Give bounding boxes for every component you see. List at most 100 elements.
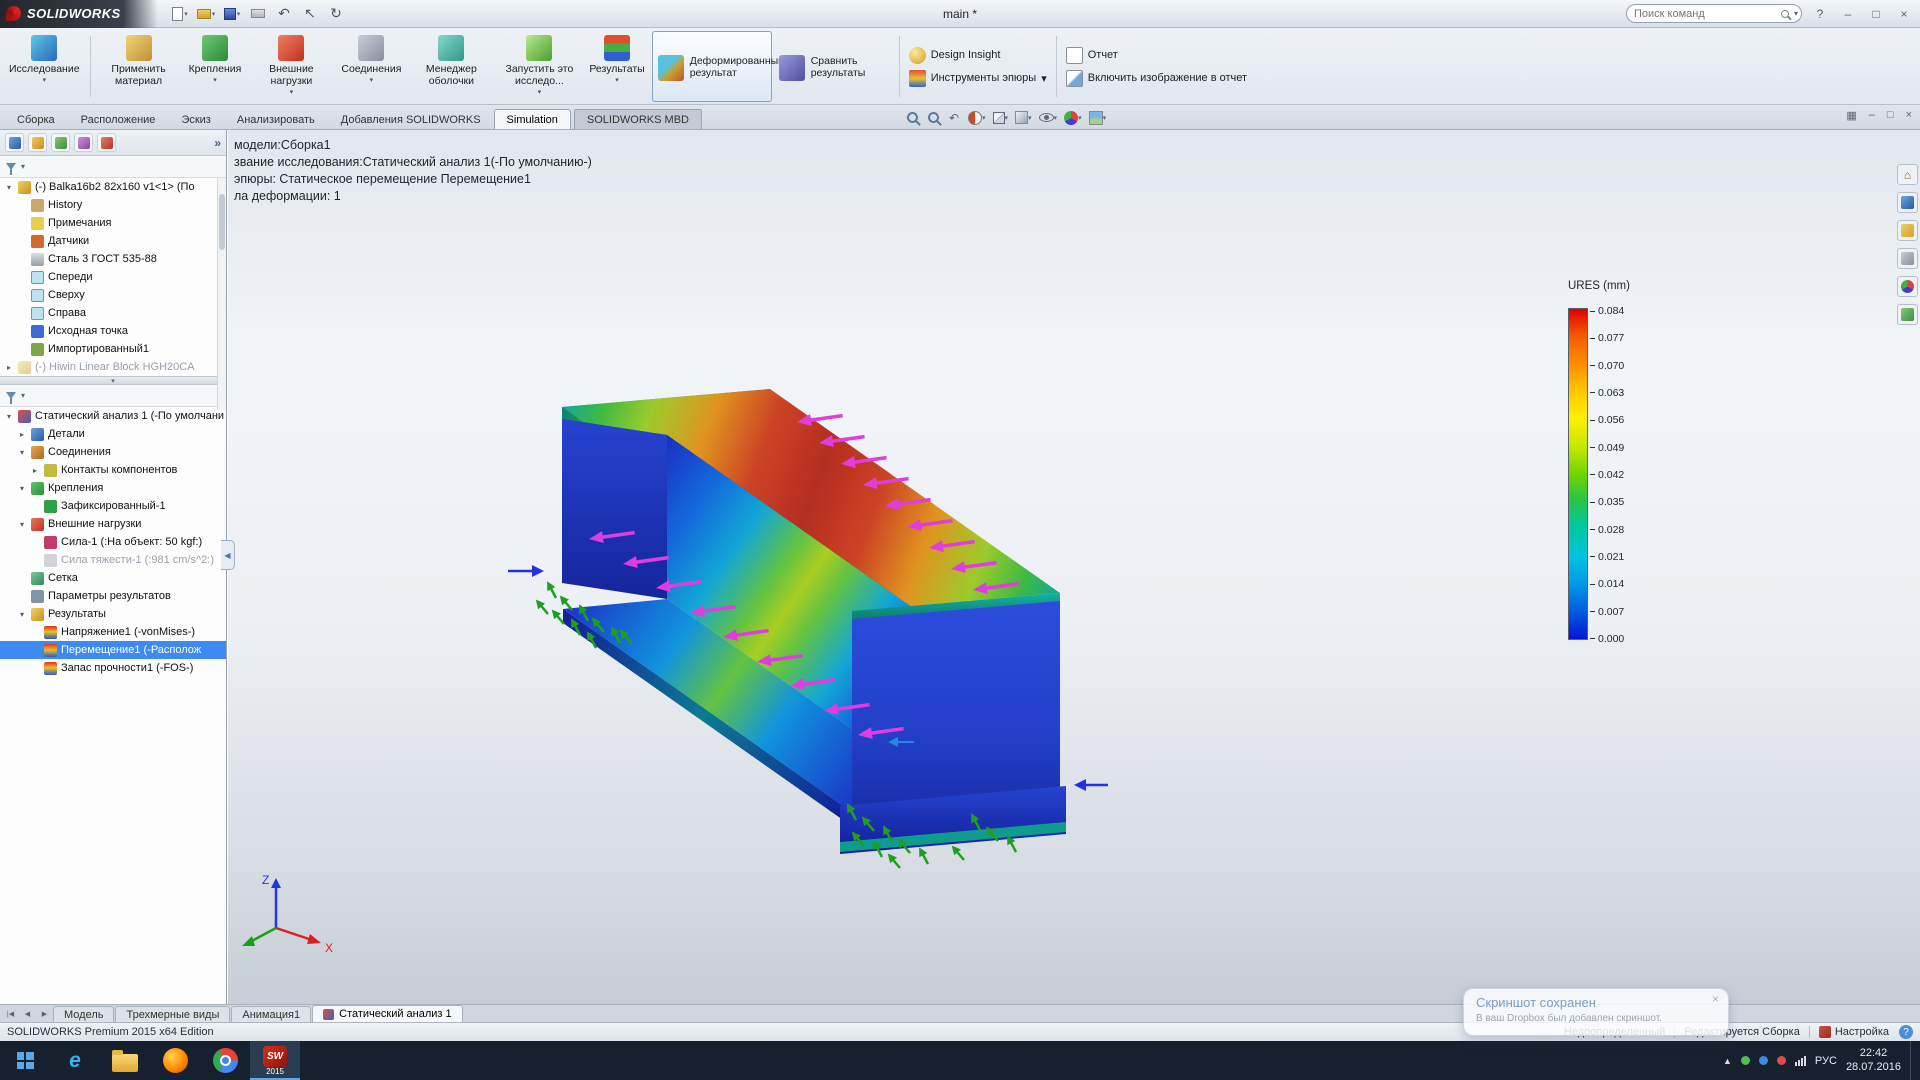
tray-expand-icon[interactable]: ▲: [1723, 1056, 1732, 1066]
tab-nav-first-button[interactable]: |◀: [2, 1005, 19, 1022]
tree-filter-row[interactable]: ▾: [0, 156, 226, 178]
scrollbar-thumb[interactable]: [219, 194, 225, 250]
study-row-displacement-plot[interactable]: Перемещение1 (-Располож: [0, 641, 226, 659]
tree-row-assembly-root[interactable]: ▾ (-) Balka16b2 82x160 v1<1> (По: [0, 178, 226, 196]
new-document-button[interactable]: ▾: [168, 3, 192, 25]
graphics-area[interactable]: модели:Сборка1 звание исследования:Стати…: [228, 130, 1920, 1004]
study-row-fos-plot[interactable]: Запас прочности1 (-FOS-): [0, 659, 226, 677]
tree-row-front-plane[interactable]: Спереди: [0, 268, 226, 286]
doc-close-button[interactable]: ×: [1906, 109, 1912, 122]
study-row-connections[interactable]: ▾Соединения: [0, 443, 226, 461]
open-button[interactable]: ▾: [194, 3, 218, 25]
tree-row-imported[interactable]: Импортированный1: [0, 340, 226, 358]
tree-row-sensors[interactable]: Датчики: [0, 232, 226, 250]
status-help-button[interactable]: ?: [1899, 1025, 1913, 1039]
collapse-icon[interactable]: ▾: [4, 412, 14, 421]
taskbar-firefox-button[interactable]: [150, 1041, 200, 1080]
network-icon[interactable]: [1795, 1056, 1806, 1066]
study-row-results[interactable]: ▾Результаты: [0, 605, 226, 623]
taskbar-explorer-button[interactable]: [100, 1041, 150, 1080]
shell-manager-button[interactable]: Менеджер оболочки: [408, 31, 494, 102]
featuremanager-tab[interactable]: [5, 133, 24, 152]
expand-icon[interactable]: ▸: [17, 430, 27, 439]
study-row-stress-plot[interactable]: Напряжение1 (-vonMises-): [0, 623, 226, 641]
select-button[interactable]: ↖: [298, 3, 322, 25]
maximize-button[interactable]: □: [1866, 7, 1886, 21]
view-orientation-button[interactable]: ▾: [993, 109, 1009, 127]
print-button[interactable]: [246, 3, 270, 25]
language-indicator[interactable]: РУС: [1815, 1055, 1837, 1067]
propertymanager-tab[interactable]: [28, 133, 47, 152]
plot-tools-button[interactable]: Инструменты эпюры ▾: [909, 70, 1047, 87]
study-row-result-options[interactable]: Параметры результатов: [0, 587, 226, 605]
design-library-button[interactable]: [1897, 192, 1918, 213]
tab-evaluate[interactable]: Анализировать: [224, 109, 328, 129]
collapse-icon[interactable]: ▾: [17, 610, 27, 619]
static-study-tab[interactable]: Статический анализ 1: [312, 1005, 463, 1022]
expand-icon[interactable]: ▸: [4, 363, 14, 372]
view-palette-button[interactable]: [1897, 248, 1918, 269]
study-row-gravity[interactable]: Сила тяжести-1 (:981 cm/s^2:): [0, 551, 226, 569]
compare-results-button[interactable]: Сравнить результаты: [774, 31, 894, 102]
tree-row-history[interactable]: History: [0, 196, 226, 214]
study-row-fixtures[interactable]: ▾Крепления: [0, 479, 226, 497]
tab-addins[interactable]: Добавления SOLIDW­ORKS: [328, 109, 494, 129]
start-button[interactable]: [0, 1041, 50, 1080]
study-row-mesh[interactable]: Сетка: [0, 569, 226, 587]
external-loads-button[interactable]: Внешние нагрузки ▾: [248, 31, 334, 102]
tab-nav-next-button[interactable]: ▶: [36, 1005, 53, 1022]
search-input[interactable]: [1634, 8, 1776, 20]
taskbar-solidworks-button[interactable]: SW 2015: [250, 1041, 300, 1080]
fixtures-button[interactable]: Крепления ▾: [184, 31, 247, 102]
appearances-button[interactable]: [1897, 276, 1918, 297]
zoom-area-button[interactable]: [926, 109, 940, 127]
study-filter-row[interactable]: ▾: [0, 385, 226, 407]
minimize-button[interactable]: –: [1838, 7, 1858, 21]
doc-restore-button[interactable]: □: [1887, 109, 1894, 122]
dimxpertmanager-tab[interactable]: [74, 133, 93, 152]
zoom-fit-button[interactable]: [905, 109, 919, 127]
panel-expand-button[interactable]: »: [214, 136, 221, 150]
tree-row-hiwin-block[interactable]: ▸ (-) Hiwin Linear Block HGH20CA: [0, 358, 226, 376]
taskbar-chrome-button[interactable]: [200, 1041, 250, 1080]
results-advisor-button[interactable]: Результаты ▾: [584, 31, 649, 102]
panel-splitter-handle[interactable]: ◀: [221, 540, 235, 570]
deformed-result-button[interactable]: Деформированный результат: [652, 31, 772, 102]
edit-appearance-button[interactable]: ▾: [1064, 109, 1082, 127]
tray-app-icon[interactable]: [1777, 1056, 1786, 1065]
tree-row-annotations[interactable]: Примечания: [0, 214, 226, 232]
design-insight-button[interactable]: Design Insight: [909, 47, 1047, 64]
model-tab[interactable]: Модель: [53, 1006, 114, 1022]
beam-model[interactable]: [562, 389, 1066, 854]
study-button[interactable]: Исследование ▾: [4, 31, 85, 102]
study-row-root[interactable]: ▾ Статический анализ 1 (-По умолчани: [0, 407, 226, 425]
command-search[interactable]: ▾: [1626, 4, 1802, 23]
collapse-icon[interactable]: ▾: [17, 448, 27, 457]
study-row-external-loads[interactable]: ▾Внешние нагрузки: [0, 515, 226, 533]
animation-tab[interactable]: Анимация1: [231, 1006, 311, 1022]
tab-layout[interactable]: Расположение: [68, 109, 169, 129]
tab-nav-prev-button[interactable]: ◀: [19, 1005, 36, 1022]
displaymanager-tab[interactable]: [97, 133, 116, 152]
dropbox-notification[interactable]: Скриншот сохранен × В ваш Dropbox был до…: [1463, 988, 1729, 1036]
rebuild-button[interactable]: ↻: [324, 3, 348, 25]
apply-material-button[interactable]: Применить материал: [96, 31, 182, 102]
report-button[interactable]: Отчет: [1066, 47, 1247, 64]
settings-label[interactable]: Настройка: [1835, 1026, 1889, 1038]
taskbar-ie-button[interactable]: e: [50, 1041, 100, 1080]
expand-icon[interactable]: ▸: [30, 466, 40, 475]
taskbar-clock[interactable]: 22:42 28.07.2016: [1846, 1047, 1901, 1075]
include-image-button[interactable]: Включить изображение в отчет: [1066, 70, 1247, 87]
dropbox-tray-icon[interactable]: [1741, 1056, 1750, 1065]
help-button[interactable]: ?: [1810, 7, 1830, 21]
doc-minimize-button[interactable]: –: [1869, 109, 1875, 122]
study-row-fixed[interactable]: Зафиксированный-1: [0, 497, 226, 515]
threed-views-tab[interactable]: Трехмерные виды: [115, 1006, 230, 1022]
connections-button[interactable]: Соединения ▾: [336, 31, 406, 102]
configurationmanager-tab[interactable]: [51, 133, 70, 152]
collapse-icon[interactable]: ▾: [17, 484, 27, 493]
tab-assembly[interactable]: Сборка: [4, 109, 68, 129]
study-row-component-contacts[interactable]: ▸Контакты компонентов: [0, 461, 226, 479]
study-row-force[interactable]: Сила-1 (:На объект: 50 kgf:): [0, 533, 226, 551]
run-study-button[interactable]: Запустить это исследо... ▾: [496, 31, 582, 102]
